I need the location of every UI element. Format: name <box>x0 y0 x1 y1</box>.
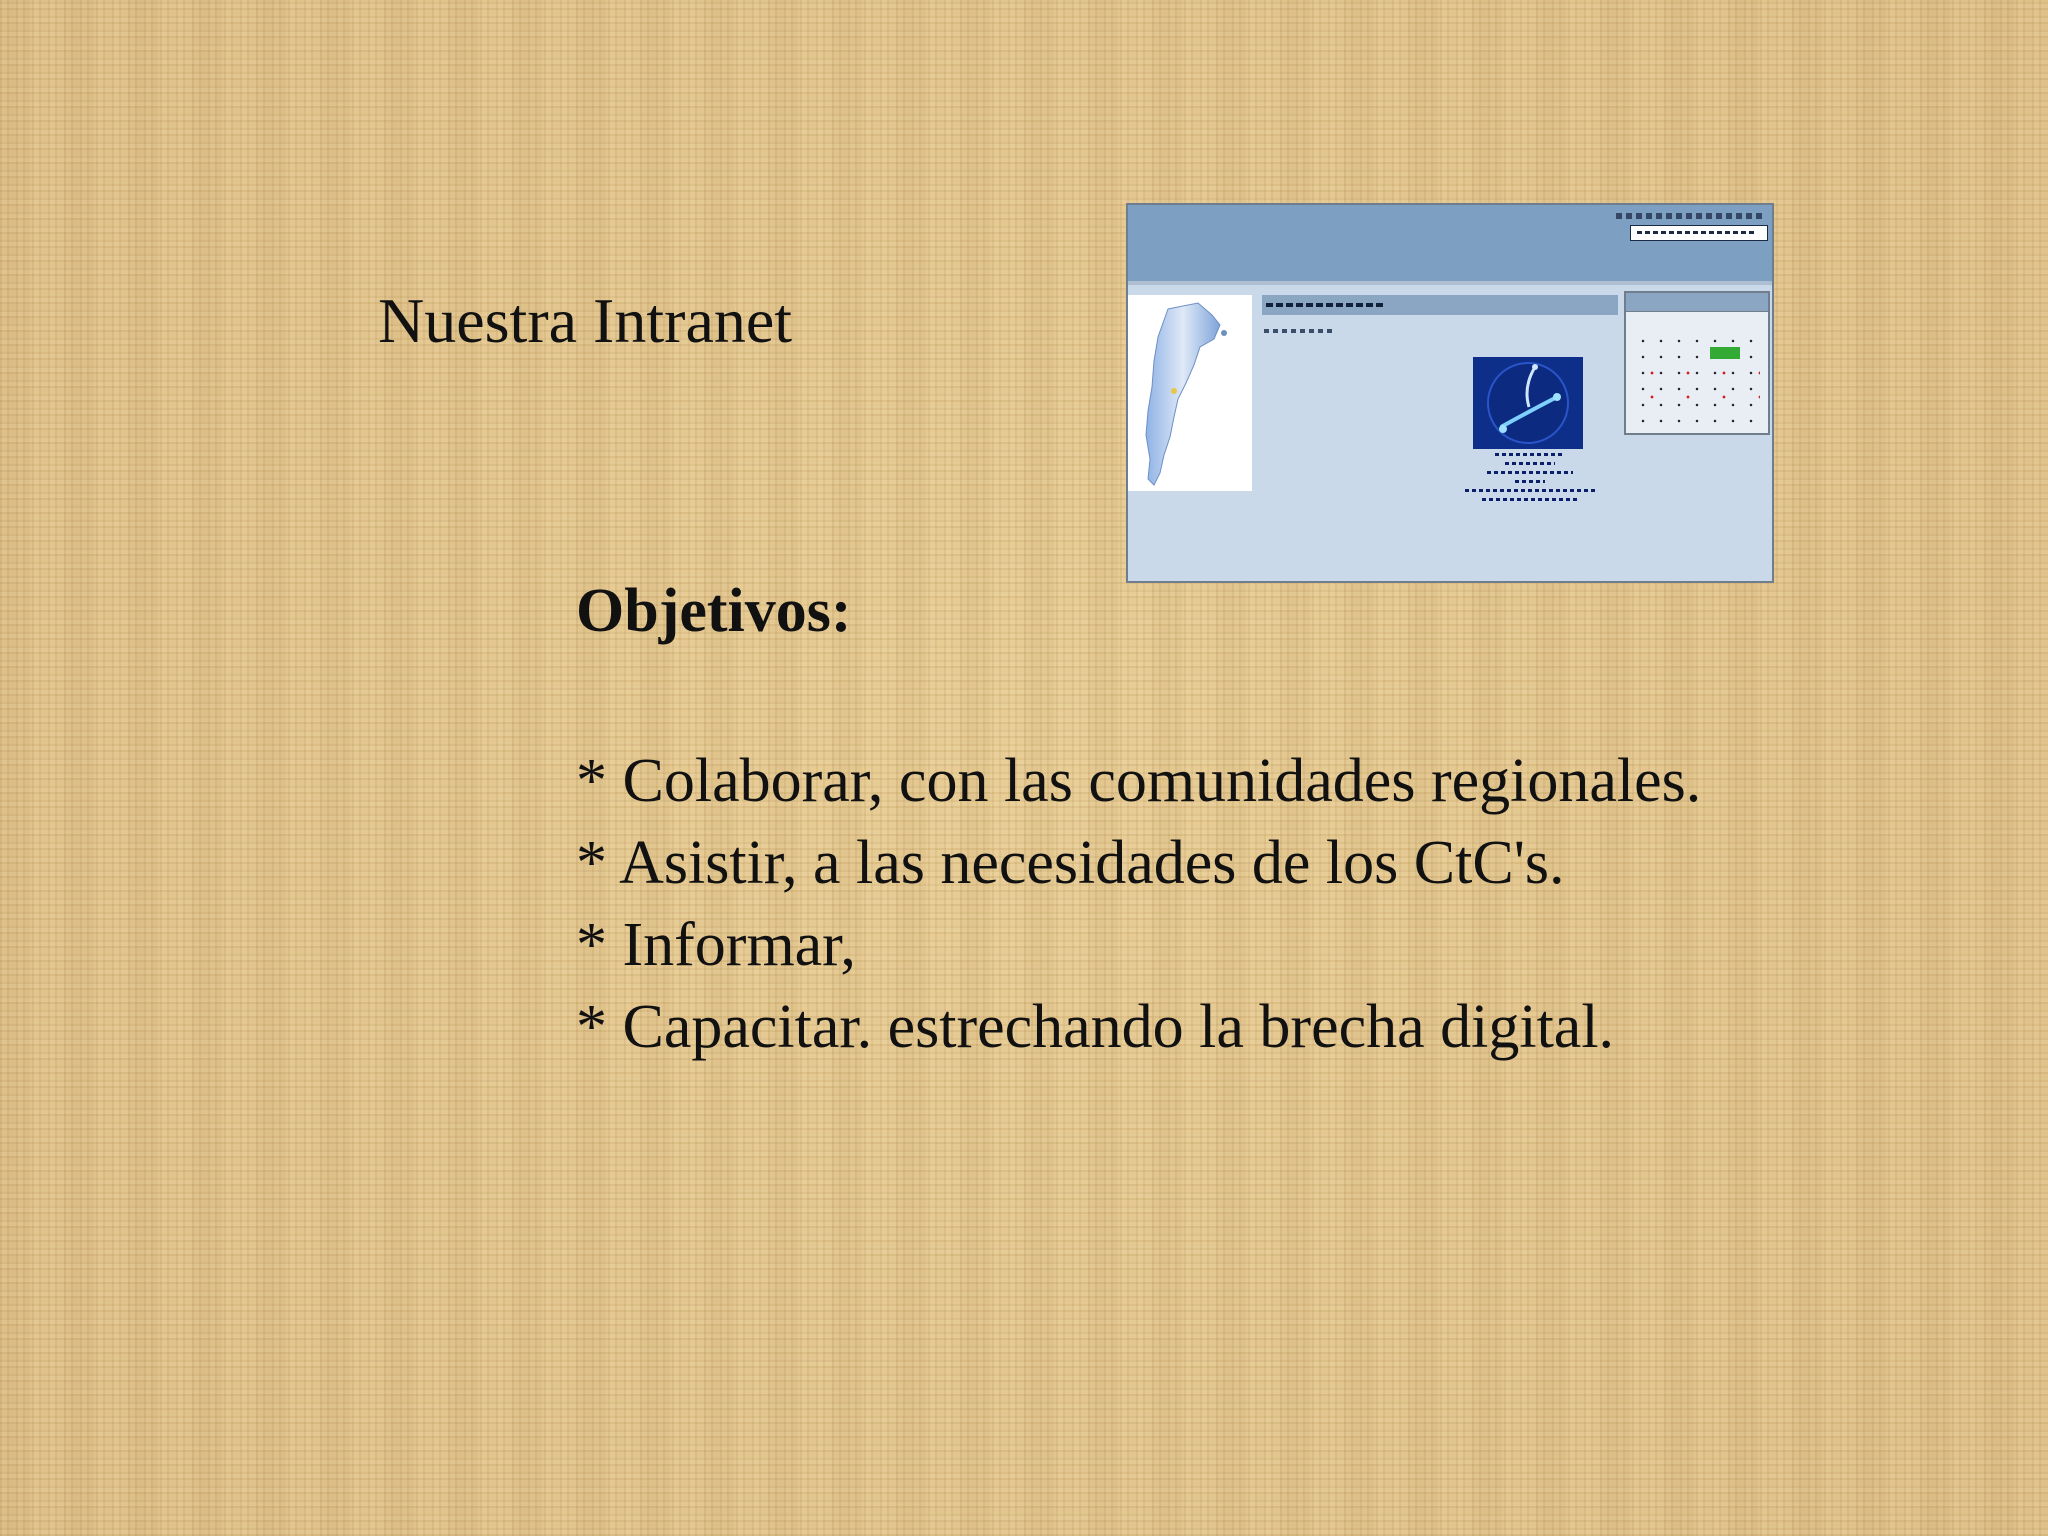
objective-item: * Colaborar, con las comunidades regiona… <box>576 747 1702 815</box>
intranet-header-links <box>1616 213 1766 219</box>
program-logo <box>1473 357 1583 449</box>
intranet-calendar-widget <box>1624 291 1770 435</box>
logo-caption-lines <box>1460 453 1600 507</box>
calendar-title-bar <box>1626 293 1768 312</box>
intranet-panel-title <box>1262 295 1618 315</box>
calendar-today-highlight <box>1710 347 1740 359</box>
intranet-header-bar <box>1128 205 1772 285</box>
objective-item: * Asistir, a las necesidades de los CtC'… <box>576 829 1565 897</box>
objective-item: * Informar, <box>576 911 856 979</box>
intranet-screenshot <box>1126 203 1774 583</box>
objective-item: * Capacitar. estrechando la brecha digit… <box>576 993 1615 1061</box>
slide: Nuestra Intranet Objetivos: * Colaborar,… <box>0 0 2048 1536</box>
intranet-panel-subtitle <box>1264 329 1334 333</box>
intranet-search-box <box>1630 225 1768 241</box>
objectives-list: * Colaborar, con las comunidades regiona… <box>576 740 1701 1068</box>
calendar-holidays <box>1634 361 1760 411</box>
argentina-map-image <box>1128 295 1252 491</box>
slide-title: Nuestra Intranet <box>378 285 793 356</box>
objectives-heading: Objetivos: <box>576 577 852 645</box>
